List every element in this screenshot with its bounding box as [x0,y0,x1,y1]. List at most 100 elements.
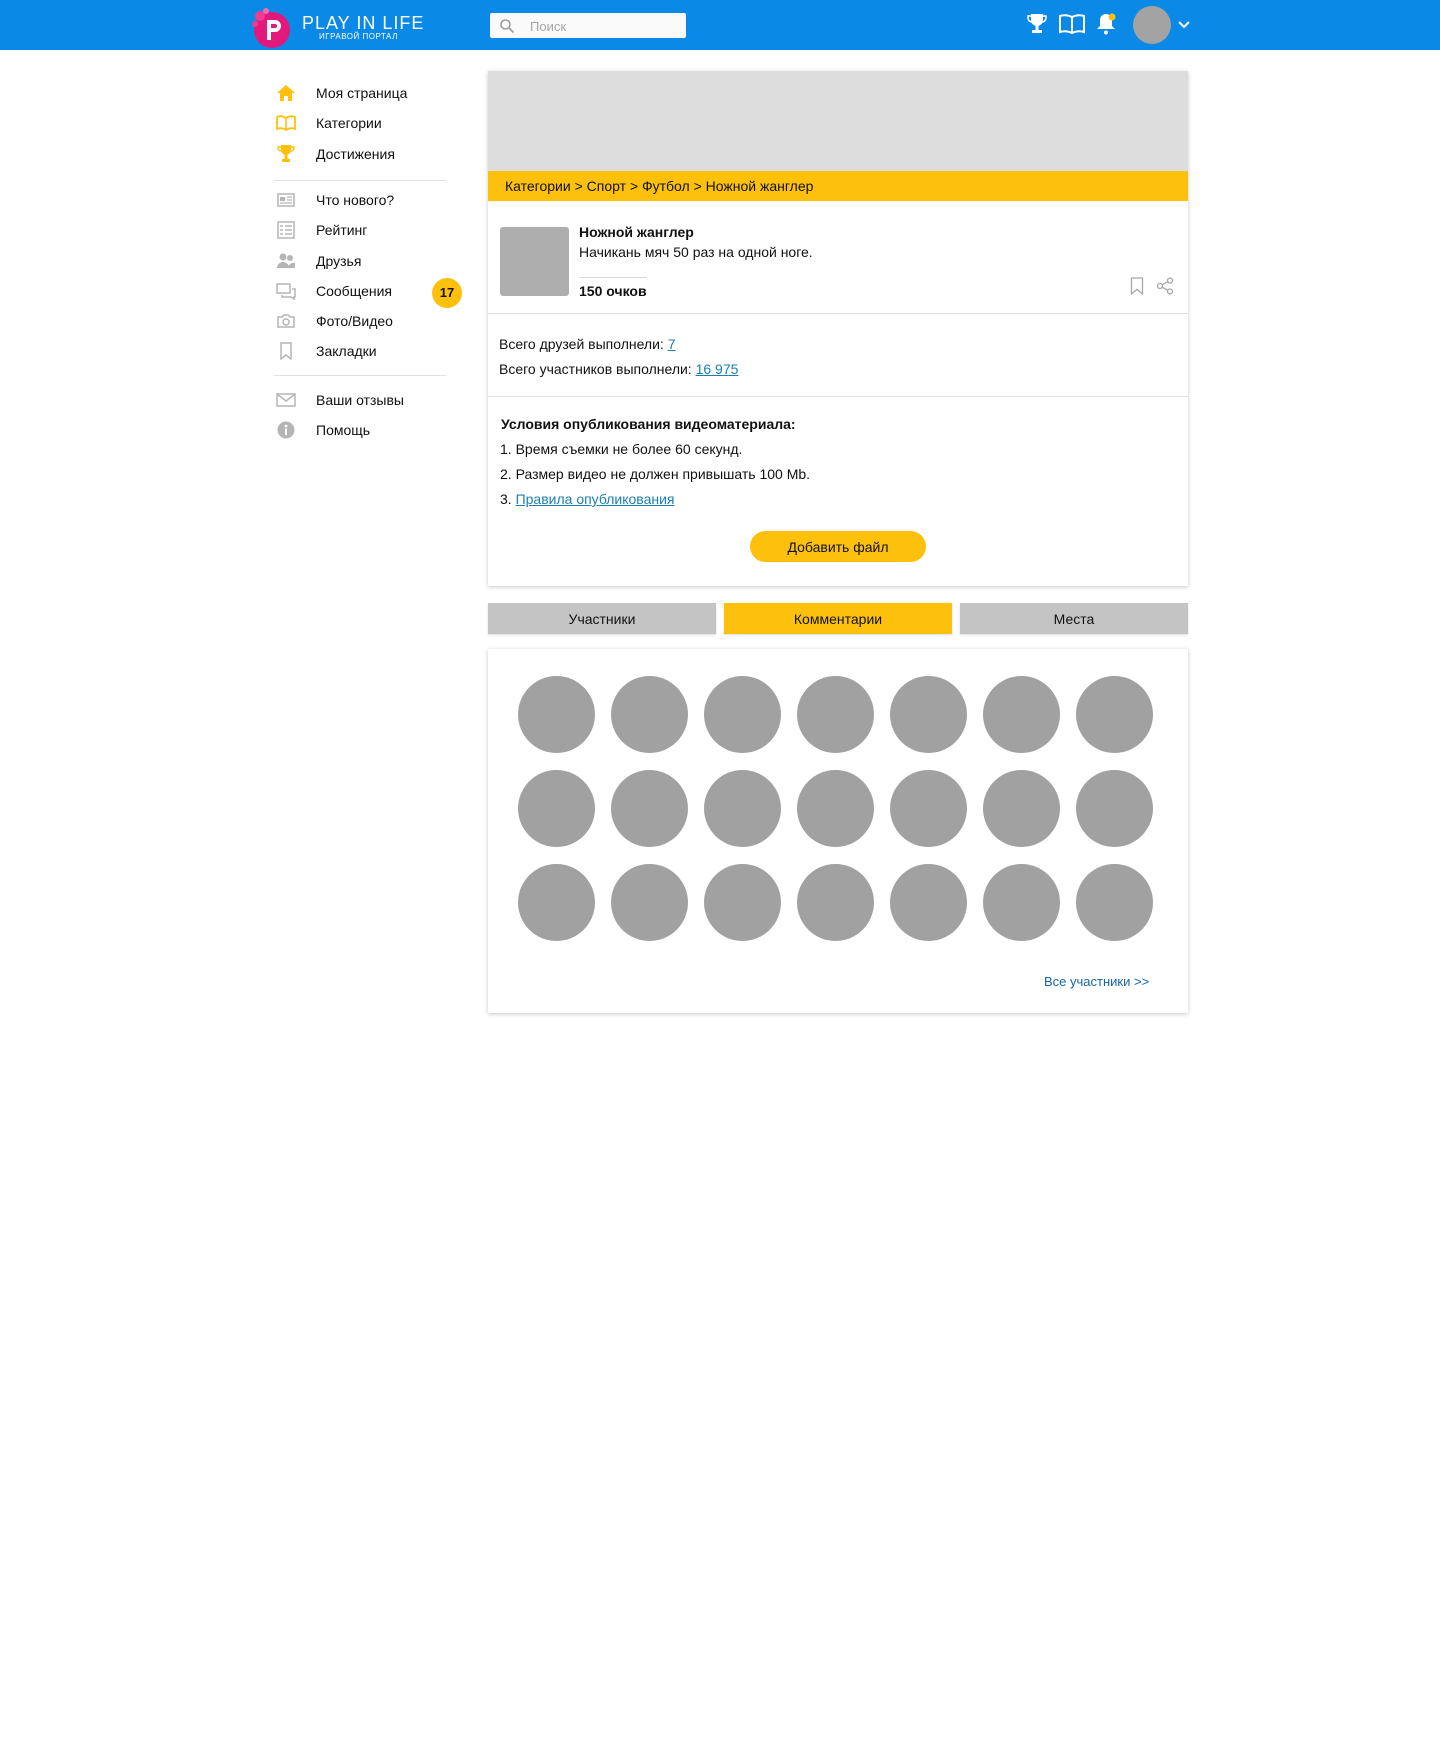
sidebar-item-label: Моя страница [316,85,408,101]
info-icon [277,421,295,439]
participant-avatar[interactable] [611,770,688,847]
add-file-button[interactable]: Добавить файл [750,531,926,562]
tab-places[interactable]: Места [960,603,1188,634]
bookmark-icon [280,342,292,361]
task-description: Начикань мяч 50 раз на одной ноге. [579,244,813,260]
logo[interactable]: PLAY IN LIFE ИГРАВОЙ ПОРТАЛ [250,4,423,48]
sidebar-item-photo-video[interactable]: Фото/Видео [274,308,464,334]
condition-item: 1. Время съемки не более 60 секунд. [500,441,743,457]
participant-avatar[interactable] [1076,676,1153,753]
friends-completed-label: Всего друзей выполнели: [499,336,668,352]
participant-avatar[interactable] [704,770,781,847]
sidebar-item-achievements[interactable]: Достижения [274,141,464,167]
participants-panel: Все участники >> [488,649,1188,1013]
publishing-rules-link[interactable]: Правила опубликования [516,491,675,507]
logo-title: PLAY IN LIFE [302,13,425,33]
search-box [490,13,686,38]
participant-avatar[interactable] [704,864,781,941]
sidebar-item-rating[interactable]: Рейтинг [274,217,464,243]
participant-avatar[interactable] [1076,770,1153,847]
sidebar-divider [274,375,446,376]
envelope-icon [276,393,296,407]
logo-mark-icon [252,8,290,48]
search-icon [500,19,515,34]
messages-count-badge: 17 [432,278,462,308]
book-icon[interactable] [1058,12,1086,36]
trophy-icon[interactable] [1025,12,1049,36]
sidebar-item-label: Рейтинг [316,222,368,238]
tab-comments[interactable]: Комментарии [724,603,952,634]
sidebar-item-label: Категории [316,115,382,131]
chevron-down-icon[interactable] [1177,17,1191,31]
tab-participants[interactable]: Участники [488,603,716,634]
sidebar-divider [274,180,446,181]
sidebar-item-label: Друзья [316,253,362,269]
condition-number: 3. [500,491,516,507]
sidebar-item-label: Закладки [316,343,377,359]
sidebar-item-label: Сообщения [316,283,392,299]
camera-icon [277,314,295,328]
search-input[interactable] [530,17,680,35]
task-banner-image [488,71,1188,171]
user-avatar[interactable] [1133,6,1171,44]
share-icon[interactable] [1156,277,1174,295]
section-divider [488,313,1188,314]
sidebar-item-label: Фото/Видео [316,313,393,329]
sidebar-item-feedback[interactable]: Ваши отзывы [274,387,464,413]
sidebar-item-label: Помощь [316,422,371,438]
breadcrumb: Категории > Спорт > Футбол > Ножной жанг… [488,171,1188,201]
participant-avatar[interactable] [890,770,967,847]
task-points-divider [579,277,647,278]
participants-completed-label: Всего участников выполнели: [499,361,696,377]
sidebar-item-help[interactable]: Помощь [274,417,464,443]
participant-avatar[interactable] [797,676,874,753]
bell-icon[interactable] [1094,12,1118,36]
friends-completed-link[interactable]: 7 [668,336,676,352]
condition-item: 3. Правила опубликования [500,491,675,507]
participant-avatar[interactable] [704,676,781,753]
participant-avatar[interactable] [983,770,1060,847]
section-divider [488,396,1188,397]
participant-avatar[interactable] [611,864,688,941]
participant-avatar[interactable] [983,864,1060,941]
task-title: Ножной жанглер [579,224,694,240]
condition-item: 2. Размер видео не должен привышать 100 … [500,466,811,482]
logo-subtitle: ИГРАВОЙ ПОРТАЛ [319,32,398,41]
participants-completed-stat: Всего участников выполнели: 16 975 [499,361,738,377]
participant-avatar[interactable] [983,676,1060,753]
notification-dot [1108,13,1116,21]
breadcrumb-text[interactable]: Категории > Спорт > Футбол > Ножной жанг… [505,178,813,194]
sidebar-item-label: Достижения [316,146,395,162]
sidebar-item-whats-new[interactable]: Что нового? [274,187,464,213]
sidebar-item-messages[interactable]: Сообщения 17 [274,278,464,308]
news-icon [277,193,295,207]
home-icon [277,85,295,101]
bookmark-icon[interactable] [1130,277,1144,295]
conditions-title: Условия опубликования видеоматериала: [501,416,796,432]
participant-avatar[interactable] [890,676,967,753]
rating-list-icon [277,221,295,239]
book-icon [276,115,296,132]
participant-avatar[interactable] [611,676,688,753]
sidebar-item-label: Что нового? [316,192,395,208]
participant-avatar[interactable] [890,864,967,941]
sidebar-item-bookmarks[interactable]: Закладки [274,338,464,364]
participant-avatar[interactable] [518,770,595,847]
trophy-icon [277,145,295,162]
sidebar-item-categories[interactable]: Категории [274,110,464,136]
sidebar-item-my-page[interactable]: Моя страница [274,80,464,106]
all-participants-link[interactable]: Все участники >> [1044,974,1149,989]
participant-avatar[interactable] [518,864,595,941]
task-card: Категории > Спорт > Футбол > Ножной жанг… [488,71,1188,586]
participant-avatar[interactable] [518,676,595,753]
task-points: 150 очков [579,283,647,299]
participant-avatar[interactable] [797,770,874,847]
participant-avatar[interactable] [1076,864,1153,941]
participant-avatar[interactable] [797,864,874,941]
task-thumbnail [500,227,569,296]
sidebar-item-label: Ваши отзывы [316,392,404,408]
friends-completed-stat: Всего друзей выполнели: 7 [499,336,676,352]
top-navigation-bar: PLAY IN LIFE ИГРАВОЙ ПОРТАЛ [0,0,1440,50]
sidebar-item-friends[interactable]: Друзья [274,248,464,274]
participants-completed-link[interactable]: 16 975 [696,361,739,377]
